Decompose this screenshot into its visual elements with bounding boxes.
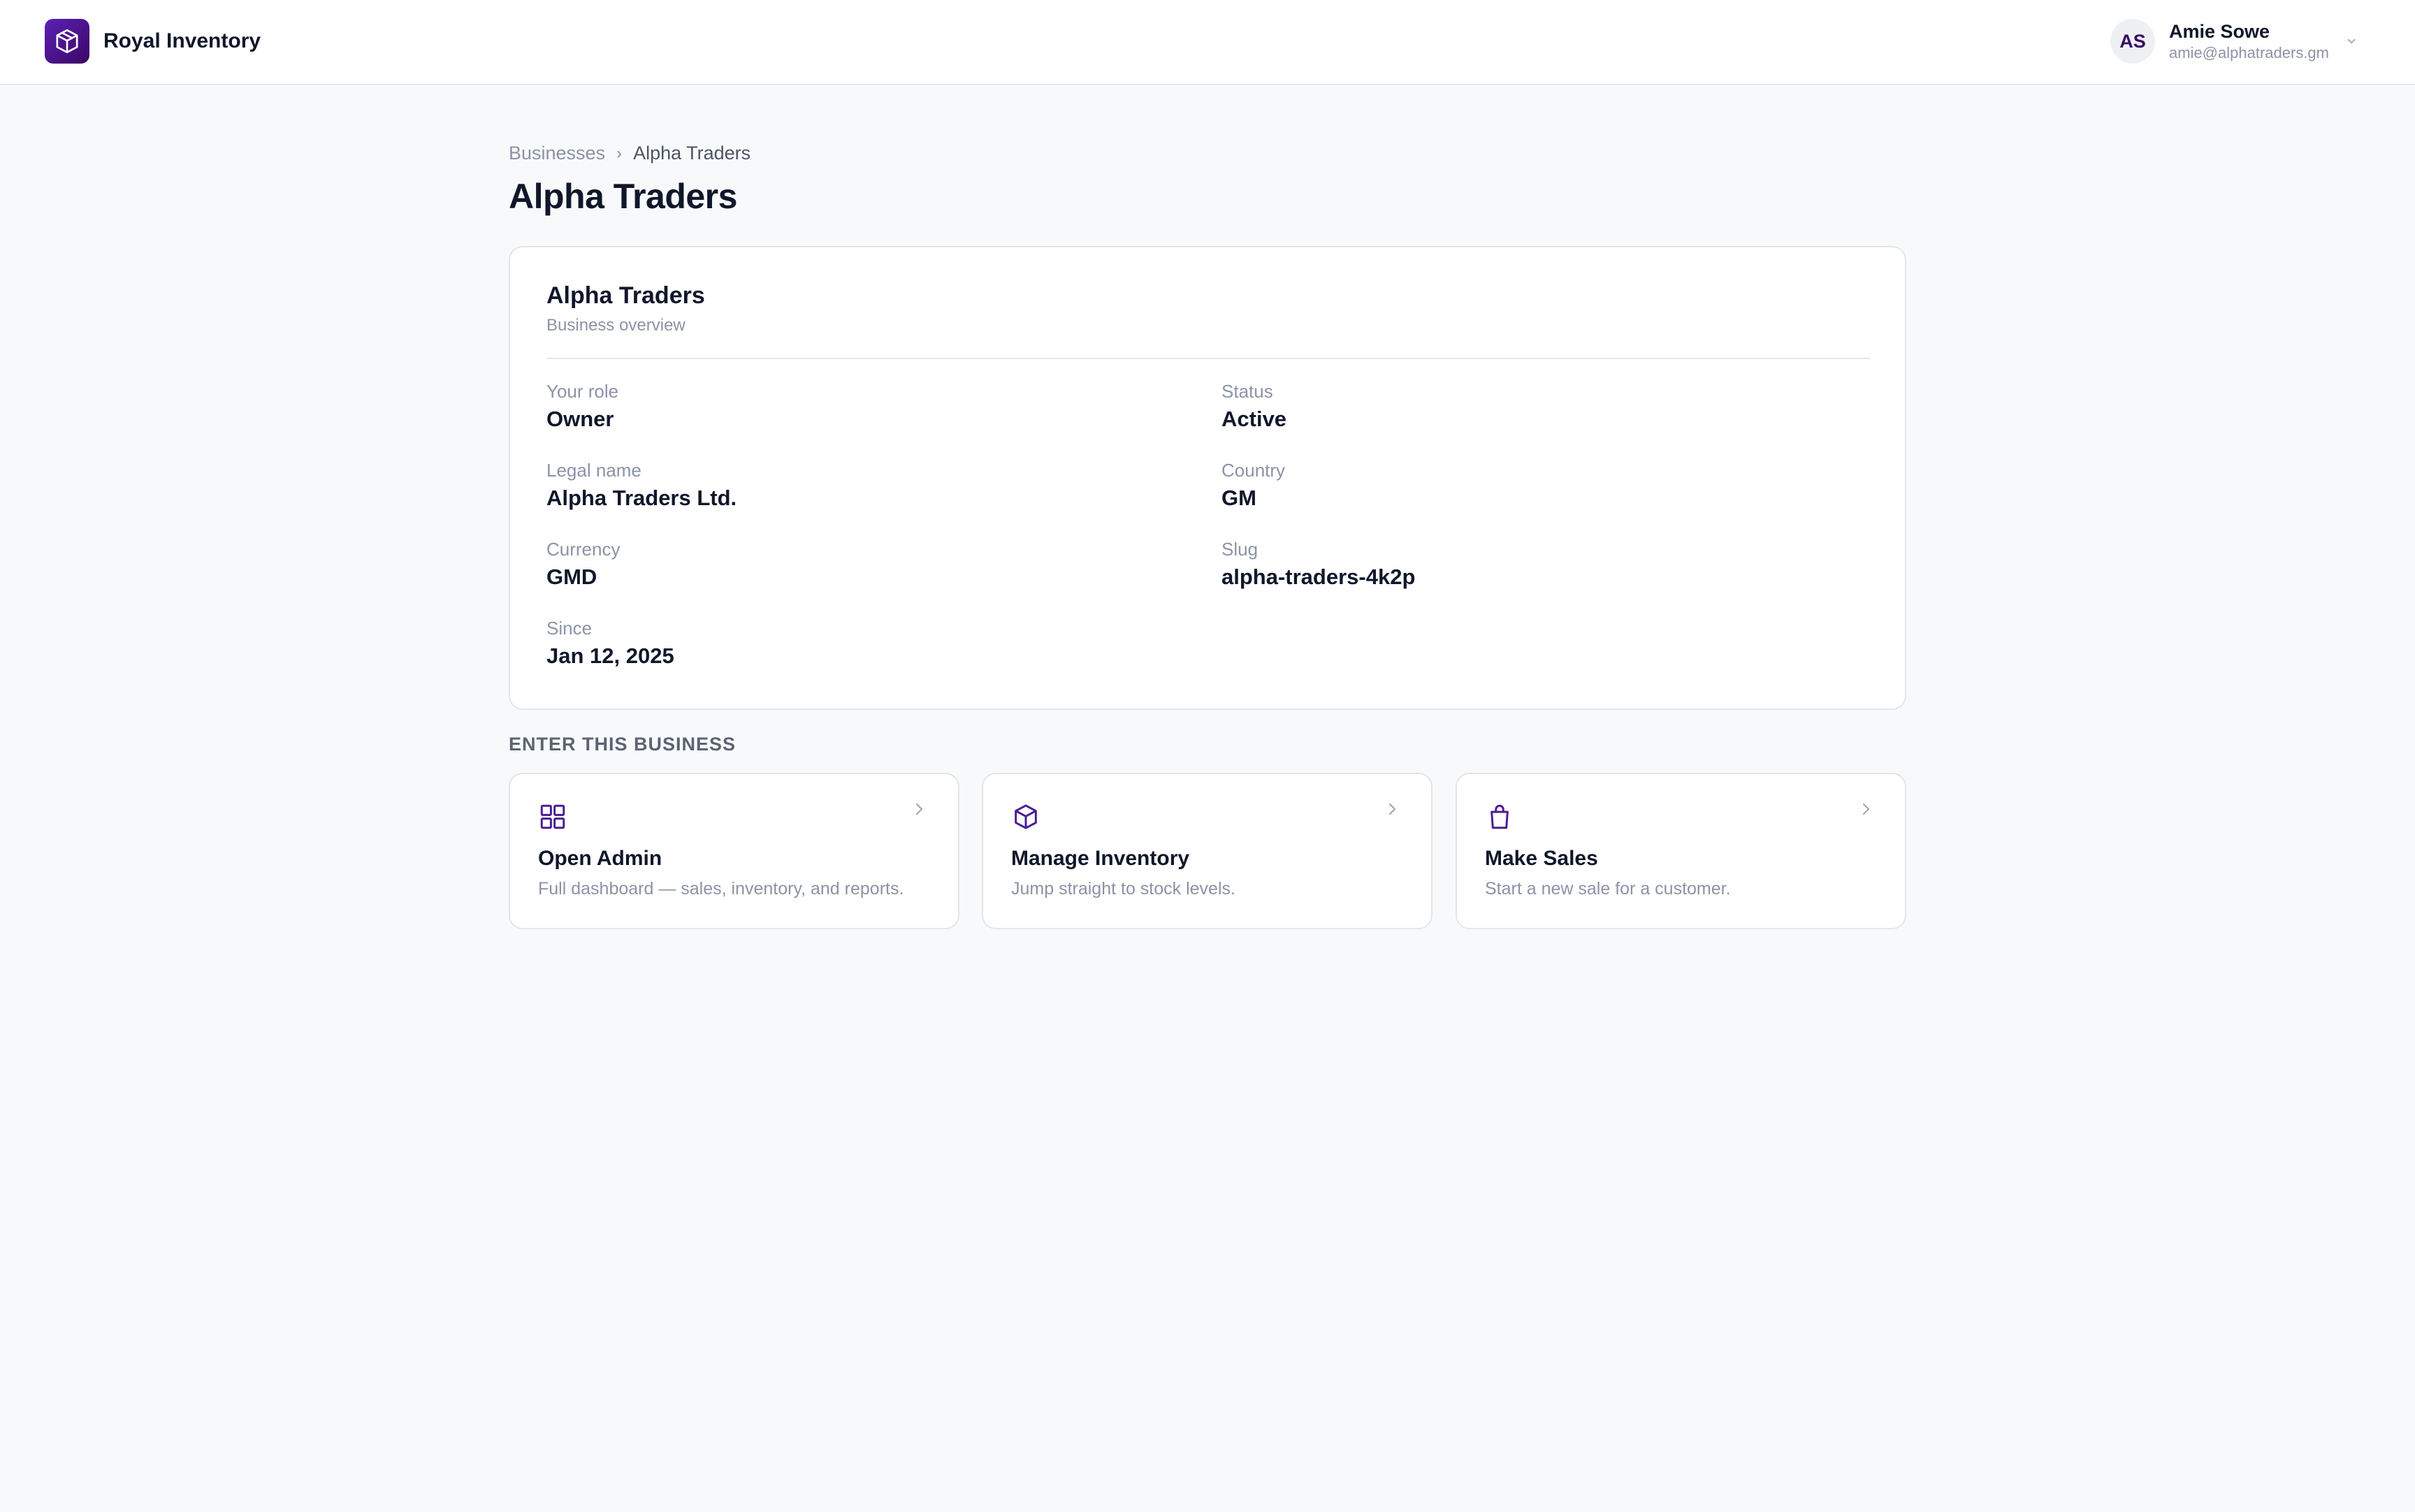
field-legal-name: Legal name Alpha Traders Ltd.	[546, 459, 737, 512]
manage-inventory-card[interactable]: Manage Inventory Jump straight to stock …	[982, 773, 1433, 929]
breadcrumb-separator: ›	[616, 143, 623, 163]
field-value: GMD	[546, 565, 597, 589]
breadcrumb: Businesses › Alpha Traders	[509, 143, 750, 164]
field-value: Alpha Traders Ltd.	[546, 486, 737, 510]
chevron-right-icon	[1384, 801, 1400, 817]
field-since: Since Jan 12, 2025	[546, 617, 674, 670]
field-label: Currency	[546, 539, 621, 560]
field-value: GM	[1221, 486, 1256, 510]
avatar: AS	[2110, 19, 2155, 64]
field-value: Active	[1221, 407, 1287, 431]
field-label: Country	[1221, 460, 1286, 481]
card-subtitle: Business overview	[546, 316, 686, 335]
field-label: Your role	[546, 381, 619, 402]
section-label: ENTER THIS BUSINESS	[509, 734, 737, 755]
page-title: Alpha Traders	[509, 177, 737, 216]
divider	[546, 358, 1870, 359]
field-value: alpha-traders-4k2p	[1221, 565, 1416, 589]
action-title: Manage Inventory	[1011, 847, 1190, 870]
box-icon	[1011, 802, 1040, 831]
logo-cube-icon	[45, 19, 89, 64]
field-value: Jan 12, 2025	[546, 644, 674, 668]
action-title: Open Admin	[538, 847, 662, 870]
shopping-bag-icon	[1485, 802, 1514, 831]
action-description: Jump straight to stock levels.	[1011, 879, 1235, 899]
chevron-right-icon	[1857, 801, 1874, 817]
breadcrumb-businesses-link[interactable]: Businesses	[509, 143, 605, 164]
business-overview-card: Alpha Traders Business overview Your rol…	[509, 246, 1906, 710]
make-sales-card[interactable]: Make Sales Start a new sale for a custom…	[1456, 773, 1906, 929]
field-status: Status Active	[1221, 380, 1286, 433]
action-description: Full dashboard — sales, inventory, and r…	[538, 879, 904, 899]
chevron-right-icon	[911, 801, 927, 817]
field-value: Owner	[546, 407, 614, 431]
top-bar: Royal Inventory AS Amie Sowe amie@alphat…	[0, 0, 2415, 85]
action-title: Make Sales	[1485, 847, 1598, 870]
open-admin-card[interactable]: Open Admin Full dashboard — sales, inven…	[509, 773, 959, 929]
field-role: Your role Owner	[546, 380, 618, 433]
breadcrumb-current: Alpha Traders	[633, 143, 751, 163]
field-label: Slug	[1221, 539, 1259, 560]
card-title: Alpha Traders	[546, 282, 705, 309]
field-label: Status	[1221, 381, 1273, 402]
app-name: Royal Inventory	[103, 29, 261, 52]
user-menu[interactable]: AS Amie Sowe amie@alphatraders.gm	[2110, 19, 2358, 64]
grid-icon	[538, 802, 567, 831]
field-label: Legal name	[546, 460, 641, 481]
chevron-down-icon[interactable]	[2344, 34, 2358, 48]
field-currency: Currency GMD	[546, 538, 620, 591]
field-slug: Slug alpha-traders-4k2p	[1221, 538, 1415, 591]
field-country: Country GM	[1221, 459, 1285, 512]
action-description: Start a new sale for a customer.	[1485, 879, 1731, 899]
field-label: Since	[546, 618, 593, 639]
brand[interactable]: Royal Inventory	[45, 19, 261, 64]
user-name: Amie Sowe	[2169, 21, 2270, 42]
user-email: amie@alphatraders.gm	[2169, 44, 2329, 61]
